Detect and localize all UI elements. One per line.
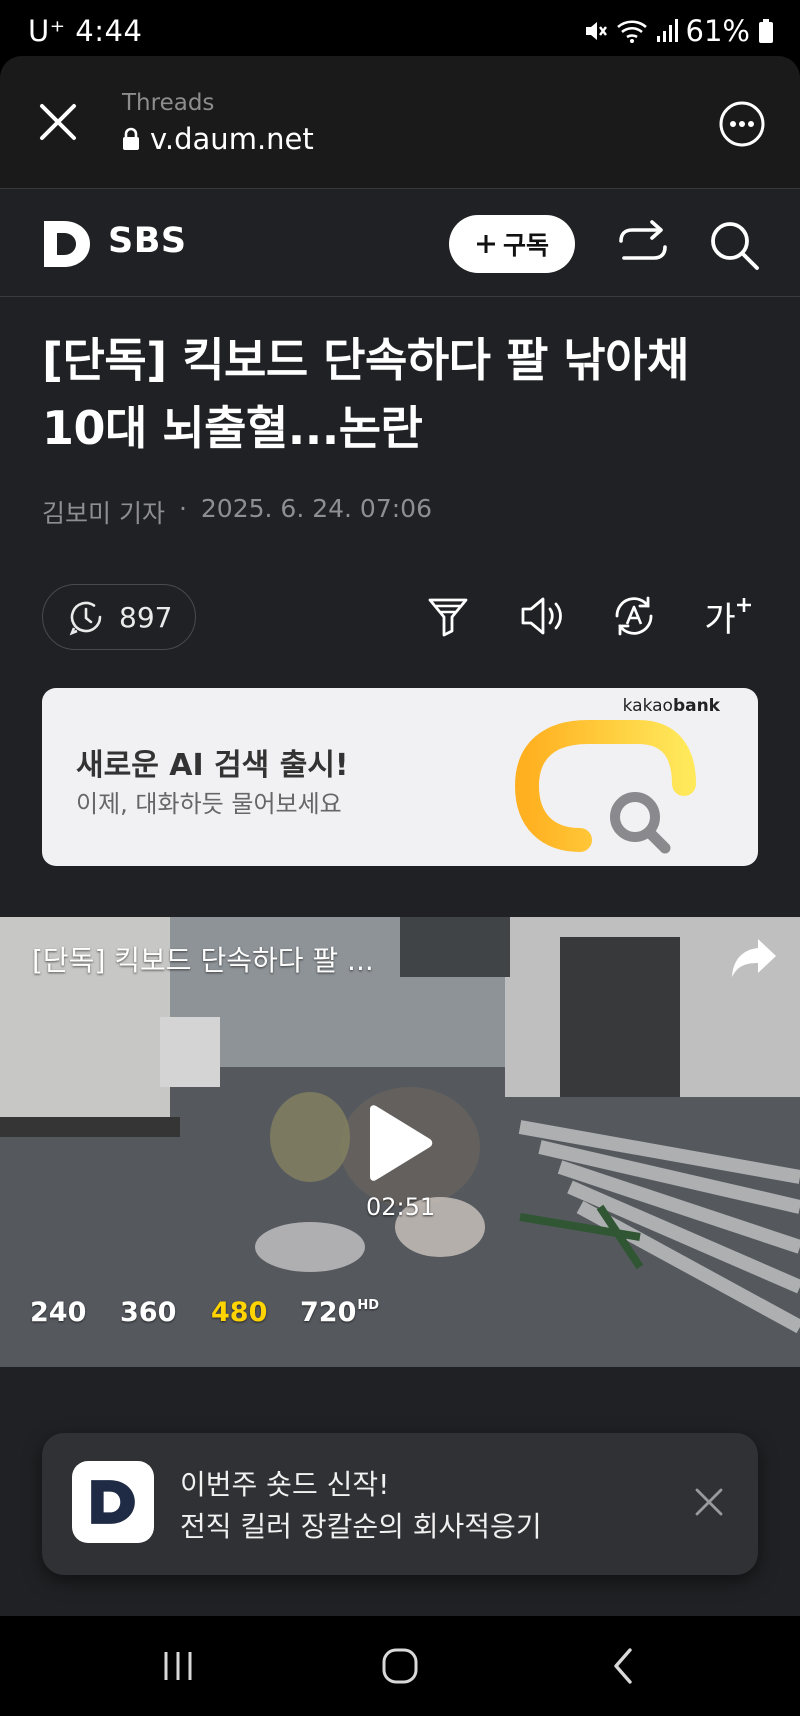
home-icon[interactable] bbox=[378, 1644, 422, 1688]
video-duration: 02:51 bbox=[366, 1193, 436, 1221]
translate-icon bbox=[615, 596, 653, 636]
quality-option-360[interactable]: 360 bbox=[120, 1297, 176, 1328]
article-headline: [단독] 킥보드 단속하다 팔 낚아채 10대 뇌출혈...논란 bbox=[42, 326, 762, 462]
quality-option-240[interactable]: 240 bbox=[30, 1297, 86, 1328]
share-icon[interactable] bbox=[616, 219, 670, 269]
battery-icon bbox=[759, 19, 773, 43]
byline-separator: · bbox=[178, 494, 187, 523]
recent-apps-icon[interactable] bbox=[156, 1644, 200, 1688]
video-title: [단독] 킥보드 단속하다 팔 ... bbox=[32, 944, 374, 977]
ad-search-graphic bbox=[514, 720, 696, 854]
system-nav-bar bbox=[0, 1616, 800, 1716]
reporter-name[interactable]: 김보미 기자 bbox=[42, 494, 165, 530]
ad-title: 새로운 AI 검색 출시! bbox=[76, 748, 349, 783]
headline-line-2: 10대 뇌출혈...논란 bbox=[42, 401, 423, 455]
view-count: 897 bbox=[119, 600, 173, 634]
subscribe-label: 구독 bbox=[502, 232, 549, 260]
byline: 김보미 기자 · 2025. 6. 24. 07:06 bbox=[42, 494, 432, 530]
carrier-label: U⁺ bbox=[28, 14, 66, 48]
battery-percent: 61% bbox=[685, 14, 750, 48]
lock-icon bbox=[123, 127, 139, 150]
quality-option-480[interactable]: 480 bbox=[211, 1297, 267, 1328]
article-header: SBS 구독 bbox=[0, 189, 800, 297]
font-size-button[interactable]: 가 bbox=[700, 588, 756, 644]
filter-icon bbox=[428, 598, 468, 637]
close-icon[interactable] bbox=[34, 98, 82, 146]
article-page: SBS 구독 [단독] 킥보드 단속하다 팔 낚아채 10대 뇌출혈...논란 … bbox=[0, 188, 800, 1616]
browser-url-text: v.daum.net bbox=[150, 122, 314, 156]
clock: 4:44 bbox=[75, 14, 143, 48]
daum-logo bbox=[91, 1480, 135, 1524]
hd-badge: HD bbox=[357, 1298, 380, 1313]
in-app-browser-bar: Threads v.daum.net bbox=[0, 56, 800, 188]
video-player[interactable]: [단독] 킥보드 단속하다 팔 ... 02:51 240 360 480 72… bbox=[0, 917, 800, 1367]
read-aloud-button[interactable] bbox=[514, 588, 570, 644]
signal-icon bbox=[656, 19, 678, 42]
quality-option-720[interactable]: 720HD bbox=[300, 1297, 379, 1328]
video-share-icon[interactable] bbox=[730, 935, 780, 981]
status-right: 61% bbox=[582, 14, 774, 48]
ad-banner[interactable]: kakaobank 새로운 AI 검색 출시! 이제, 대화하듯 물어보세요 bbox=[42, 688, 758, 866]
daum-logo[interactable] bbox=[42, 219, 92, 269]
font-size-label: 가 bbox=[704, 599, 736, 640]
back-icon[interactable] bbox=[602, 1644, 646, 1688]
plus-icon bbox=[476, 235, 495, 253]
status-bar: U⁺ 4:44 61% bbox=[0, 0, 800, 56]
plus-icon bbox=[736, 598, 751, 612]
press-name[interactable]: SBS bbox=[108, 221, 187, 261]
views-icon bbox=[69, 601, 102, 636]
toast-line-2: 전직 킬러 장칼순의 회사적응기 bbox=[180, 1510, 542, 1543]
ad-description: 이제, 대화하듯 물어보세요 bbox=[76, 790, 342, 818]
promo-toast[interactable]: 이번주 숏드 신작! 전직 킬러 장칼순의 회사적응기 bbox=[42, 1433, 758, 1575]
status-left: U⁺ 4:44 bbox=[28, 14, 142, 48]
play-icon[interactable] bbox=[362, 1103, 434, 1185]
subscribe-button[interactable]: 구독 bbox=[449, 215, 575, 273]
browser-origin-label: Threads bbox=[122, 90, 215, 116]
translate-button[interactable] bbox=[606, 588, 662, 644]
speaker-icon bbox=[521, 597, 562, 635]
view-count-pill[interactable]: 897 bbox=[42, 584, 196, 650]
headline-line-1: [단독] 킥보드 단속하다 팔 낚아채 bbox=[42, 333, 689, 387]
wifi-icon bbox=[616, 20, 647, 43]
mute-icon bbox=[585, 22, 607, 40]
quality-720-label: 720 bbox=[300, 1297, 357, 1328]
search-icon[interactable] bbox=[708, 219, 760, 271]
close-icon[interactable] bbox=[692, 1485, 726, 1519]
browser-url[interactable]: v.daum.net bbox=[122, 122, 314, 156]
publish-date: 2025. 6. 24. 07:06 bbox=[200, 494, 432, 523]
daum-app-icon bbox=[72, 1461, 154, 1543]
more-icon[interactable] bbox=[718, 100, 766, 148]
summary-filter-button[interactable] bbox=[420, 588, 476, 644]
toast-line-1: 이번주 숏드 신작! bbox=[180, 1468, 390, 1501]
